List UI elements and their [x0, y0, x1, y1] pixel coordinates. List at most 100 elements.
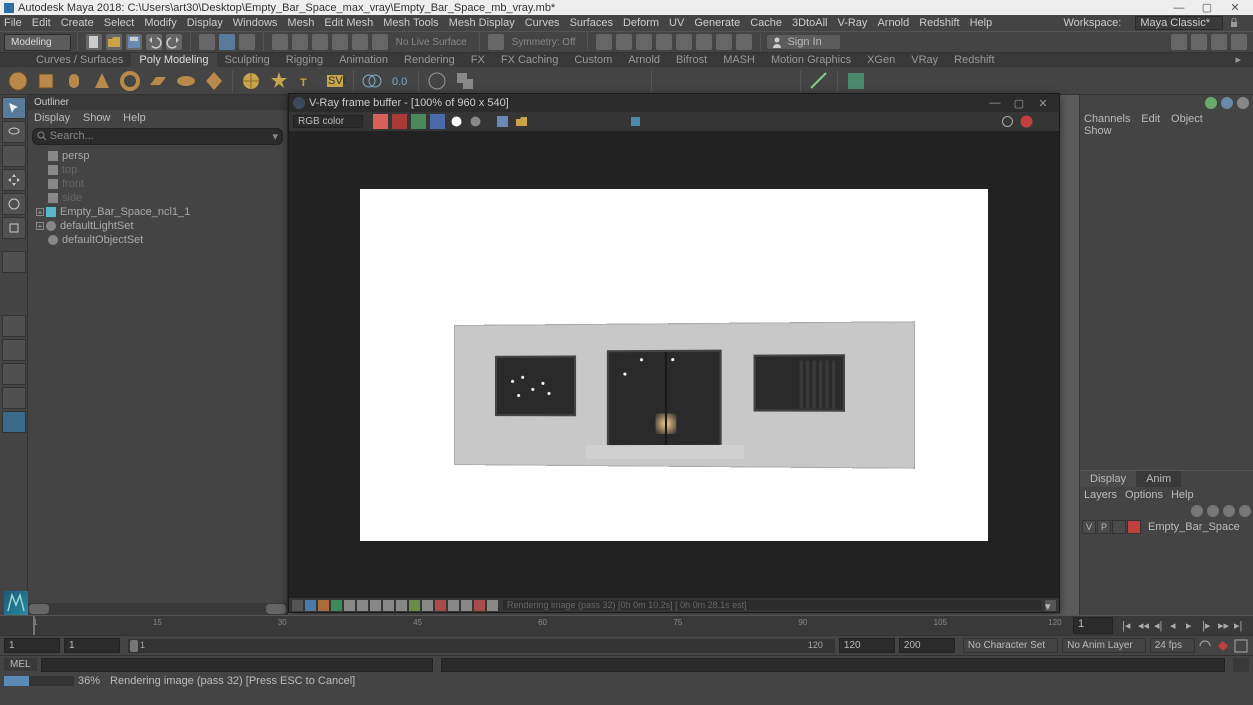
cb-axis-icon[interactable]: [1205, 97, 1217, 109]
menu-edit-mesh[interactable]: Edit Mesh: [324, 17, 373, 29]
outliner-menu-help[interactable]: Help: [123, 112, 146, 124]
menu-file[interactable]: File: [4, 17, 22, 29]
outliner-item-front[interactable]: front: [30, 177, 285, 191]
uv-planar-icon[interactable]: [872, 69, 896, 93]
shelf-scroll-icon[interactable]: ▸: [1227, 52, 1249, 67]
vfb-sb-icon[interactable]: [474, 600, 485, 611]
vfb-green-icon[interactable]: [411, 114, 426, 129]
move-tool[interactable]: [2, 169, 26, 191]
layer-menu-options[interactable]: Options: [1125, 489, 1163, 501]
uv-editor-icon[interactable]: [1012, 69, 1036, 93]
bevel-icon[interactable]: [593, 69, 617, 93]
snap-curve-icon[interactable]: [292, 34, 308, 50]
outliner-item-persp[interactable]: persp: [30, 149, 285, 163]
shelf-tab-xgen[interactable]: XGen: [859, 53, 903, 67]
layout-two-h-icon[interactable]: [2, 363, 26, 385]
cb-menu-object[interactable]: Object: [1171, 113, 1203, 125]
lasso-tool[interactable]: [2, 121, 26, 143]
poly-sphere-icon[interactable]: [6, 69, 30, 93]
undo-icon[interactable]: [146, 34, 162, 50]
vfb-sb-icon[interactable]: [435, 600, 446, 611]
poly-star-icon[interactable]: [267, 69, 291, 93]
shelf-tab-bifrost[interactable]: Bifrost: [668, 53, 715, 67]
vfb-sb-icon[interactable]: [409, 600, 420, 611]
layer-up-icon[interactable]: [1191, 505, 1203, 517]
vfb-sb-icon[interactable]: [448, 600, 459, 611]
shelf-tab-arnold[interactable]: Arnold: [620, 53, 668, 67]
menu-3dtoall[interactable]: 3DtoAll: [792, 17, 827, 29]
shelf-tab-mash[interactable]: MASH: [715, 53, 763, 67]
cb-menu-show[interactable]: Show: [1084, 125, 1112, 137]
smooth-icon[interactable]: [425, 69, 449, 93]
vfb-sb-icon[interactable]: [422, 600, 433, 611]
boolean-union-icon[interactable]: [453, 69, 477, 93]
vfb-sb-icon[interactable]: [487, 600, 498, 611]
menu-modify[interactable]: Modify: [144, 17, 176, 29]
go-start-button[interactable]: |◂: [1122, 619, 1136, 633]
menu-set-dropdown[interactable]: Modeling: [4, 34, 71, 51]
hypershade-icon[interactable]: [696, 34, 712, 50]
select-object-icon[interactable]: [219, 34, 235, 50]
vfb-stamp-icon[interactable]: [318, 600, 329, 611]
poly-svg-icon[interactable]: SVG: [323, 69, 347, 93]
maximize-button[interactable]: ▢: [1193, 1, 1221, 14]
vfb-pixel-icon[interactable]: [331, 600, 342, 611]
step-back-button[interactable]: ◂|: [1154, 619, 1168, 633]
separate-icon[interactable]: 0.0: [388, 69, 412, 93]
render-pause-icon[interactable]: [736, 34, 752, 50]
play-fwd-button[interactable]: ▸: [1186, 619, 1200, 633]
poly-plane-icon[interactable]: [146, 69, 170, 93]
layout-single-icon[interactable]: [2, 315, 26, 337]
lock-icon[interactable]: [1229, 18, 1239, 28]
vfb-red-icon[interactable]: [392, 114, 407, 129]
anim-end-field[interactable]: 200: [899, 638, 955, 653]
shelf-tab-animation[interactable]: Animation: [331, 53, 396, 67]
step-fwd-key-button[interactable]: ▸▸: [1218, 619, 1232, 633]
shelf-tab-custom[interactable]: Custom: [566, 53, 620, 67]
last-tool[interactable]: [2, 251, 26, 273]
panel-toggle-3-icon[interactable]: [1211, 34, 1227, 50]
outliner-hscroll[interactable]: [28, 603, 287, 615]
select-hierarchy-icon[interactable]: [199, 34, 215, 50]
poly-cone-icon[interactable]: [90, 69, 114, 93]
uv-auto-icon[interactable]: [956, 69, 980, 93]
vfb-link-icon[interactable]: [609, 114, 624, 129]
layer-tab-anim[interactable]: Anim: [1136, 471, 1181, 487]
vfb-sb-icon[interactable]: [383, 600, 394, 611]
menu-edit[interactable]: Edit: [32, 17, 51, 29]
outliner-item-side[interactable]: side: [30, 191, 285, 205]
vfb-stop-icon[interactable]: [628, 114, 643, 129]
layer-row[interactable]: V P Empty_Bar_Space: [1080, 519, 1253, 535]
redo-icon[interactable]: [166, 34, 182, 50]
vfb-sb-icon[interactable]: [370, 600, 381, 611]
poly-cylinder-icon[interactable]: [62, 69, 86, 93]
snap-view-icon[interactable]: [372, 34, 388, 50]
menu-cache[interactable]: Cache: [750, 17, 782, 29]
set-key-button[interactable]: [1215, 638, 1231, 654]
uv-sphere-icon[interactable]: [928, 69, 952, 93]
play-back-button[interactable]: ◂: [1170, 619, 1184, 633]
shelf-tab-polymodeling[interactable]: Poly Modeling: [131, 53, 216, 67]
shelf-tab-rigging[interactable]: Rigging: [278, 53, 331, 67]
uv-shell-icon[interactable]: [844, 69, 868, 93]
menu-curves[interactable]: Curves: [525, 17, 560, 29]
expand-icon[interactable]: +: [36, 222, 44, 230]
script-lang-button[interactable]: MEL: [4, 658, 37, 671]
poly-cube-icon[interactable]: [34, 69, 58, 93]
shelf-tab-motiongraphics[interactable]: Motion Graphics: [763, 53, 859, 67]
menu-mesh-tools[interactable]: Mesh Tools: [383, 17, 438, 29]
shelf-tab-fx[interactable]: FX: [463, 53, 493, 67]
vfb-close-button[interactable]: ✕: [1031, 97, 1055, 110]
panel-toggle-4-icon[interactable]: [1231, 34, 1247, 50]
panel-toggle-2-icon[interactable]: [1191, 34, 1207, 50]
vfb-ab-icon[interactable]: [647, 114, 662, 129]
vfb-canvas[interactable]: [289, 132, 1059, 598]
vfb-history-icon[interactable]: [305, 600, 316, 611]
layer-type-toggle[interactable]: [1112, 520, 1126, 534]
menu-help[interactable]: Help: [970, 17, 993, 29]
layer-visible-toggle[interactable]: V: [1082, 520, 1096, 534]
go-end-button[interactable]: ▸|: [1234, 619, 1248, 633]
menu-generate[interactable]: Generate: [694, 17, 740, 29]
select-component-icon[interactable]: [239, 34, 255, 50]
layer-menu-help[interactable]: Help: [1171, 489, 1194, 501]
